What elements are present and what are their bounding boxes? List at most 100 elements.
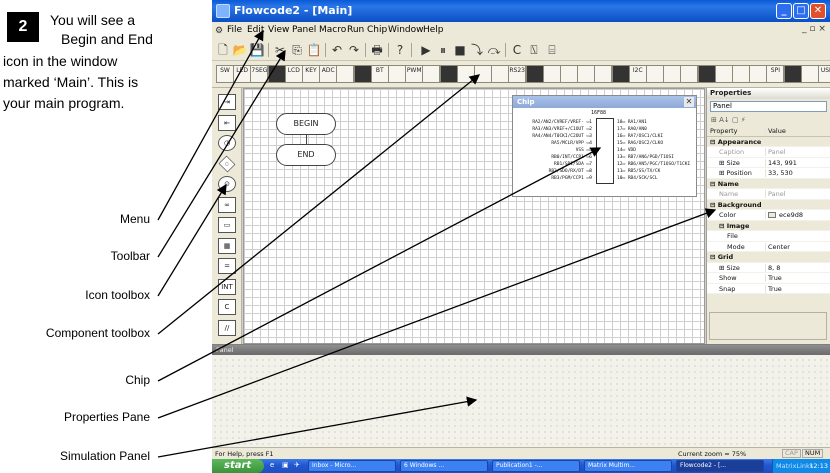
input-icon[interactable]: ⇥ (218, 94, 236, 110)
component-button[interactable]: LCD (284, 65, 303, 83)
begin-icon[interactable]: BEGIN (276, 113, 336, 135)
delay-icon[interactable]: ◷ (218, 135, 236, 151)
property-value[interactable]: ece9d8 (765, 211, 803, 219)
component-button[interactable] (594, 65, 613, 83)
component-button[interactable] (439, 65, 458, 83)
output-icon[interactable]: ⇤ (218, 114, 236, 131)
component-button[interactable] (353, 65, 372, 83)
quicklaunch-desktop-icon[interactable]: ▣ (282, 461, 291, 470)
step-over-icon[interactable]: ⤼ (486, 42, 502, 58)
property-value[interactable]: 8, 8 (765, 263, 780, 272)
component-button[interactable]: ADC (319, 65, 338, 83)
step-into-icon[interactable]: ⤵ (469, 42, 485, 58)
component-button[interactable] (422, 65, 441, 83)
simulation-panel[interactable]: Panel (212, 344, 830, 447)
chip-window[interactable]: Chip ✕ 16F88 RA2/AN2/CVREF/VREF- ▭1 18▭ R… (512, 95, 697, 197)
property-row[interactable]: File (707, 231, 830, 242)
component-button[interactable] (663, 65, 682, 83)
component-button[interactable]: KEY (302, 65, 320, 83)
property-row[interactable]: ⊞ Size 143, 991 (707, 157, 830, 168)
component-button[interactable]: 7SEG (250, 65, 269, 83)
property-value[interactable]: True (765, 284, 782, 293)
component-button[interactable] (336, 65, 355, 83)
close-button[interactable]: ✕ (810, 3, 826, 19)
menu-macro[interactable]: Macro (319, 25, 346, 35)
component-button[interactable] (267, 65, 286, 83)
property-value[interactable]: 143, 991 (765, 158, 797, 167)
document-menu-icon[interactable]: ⚙ (215, 25, 226, 36)
connection-icon[interactable]: ⊙ (218, 176, 236, 192)
minimize-button[interactable]: _ (776, 3, 792, 19)
component-button[interactable] (800, 65, 819, 83)
component-macro-icon[interactable]: ▦ (218, 237, 236, 254)
component-button[interactable] (560, 65, 578, 83)
component-button[interactable] (388, 65, 406, 83)
property-row[interactable]: Show True (707, 273, 830, 284)
undo-icon[interactable]: ↶ (329, 42, 345, 58)
property-category[interactable]: ⊟ Image (707, 220, 830, 231)
taskbar-button[interactable]: Publication1 -... (492, 460, 580, 472)
component-button[interactable] (646, 65, 664, 83)
compile-hex-icon[interactable]: ⌸ (544, 42, 560, 58)
taskbar-button[interactable]: Inbox - Micro... (308, 460, 396, 472)
stop-icon[interactable]: ■ (452, 42, 468, 58)
help-icon[interactable]: ? (392, 42, 408, 58)
component-button[interactable] (474, 65, 492, 83)
property-row[interactable]: ⊞ Size 8, 8 (707, 262, 830, 273)
code-icon[interactable]: C (218, 299, 236, 315)
property-row[interactable]: Snap True (707, 283, 830, 294)
component-button[interactable]: SW (216, 65, 234, 83)
property-row[interactable]: Name Panel (707, 189, 830, 200)
menu-panel[interactable]: Panel (292, 25, 316, 35)
component-button[interactable] (783, 65, 802, 83)
component-button[interactable]: LED (233, 65, 252, 83)
property-value[interactable]: Panel (765, 148, 786, 156)
properties-toolbar[interactable]: ⊞ A↓ ▢ ⚡ (707, 114, 830, 126)
component-button[interactable]: I2C (628, 65, 647, 83)
pause-icon[interactable]: ⏸ (435, 42, 451, 58)
property-row[interactable]: Mode Center (707, 241, 830, 252)
component-button[interactable] (491, 65, 510, 83)
property-value[interactable]: 33, 530 (765, 169, 793, 177)
comment-icon[interactable]: // (218, 319, 236, 336)
taskbar-button[interactable]: Matrix Multim... (584, 460, 672, 472)
component-button[interactable] (577, 65, 596, 83)
component-button[interactable] (714, 65, 733, 83)
property-row[interactable]: Color ece9d8 (707, 210, 830, 221)
calculation-icon[interactable]: = (218, 258, 236, 274)
open-icon[interactable]: 📂 (232, 42, 248, 58)
menu-help[interactable]: Help (423, 25, 444, 35)
property-category[interactable]: ⊟ Grid (707, 252, 830, 263)
mdi-controls[interactable]: _ ▫ × (802, 24, 826, 34)
start-button[interactable]: start (212, 459, 264, 473)
quicklaunch-app-icon[interactable]: ✈ (294, 461, 303, 470)
property-value[interactable]: Panel (765, 190, 786, 198)
component-button[interactable]: RS232 (508, 65, 527, 83)
property-value[interactable]: Center (765, 242, 790, 251)
properties-object-select[interactable]: Panel (710, 101, 827, 112)
compile-c-icon[interactable]: C (509, 42, 525, 58)
menu-run[interactable]: Run (347, 25, 364, 35)
menu-edit[interactable]: Edit (247, 25, 264, 35)
menu-view[interactable]: View (268, 25, 289, 35)
new-icon[interactable]: 🗋 (215, 42, 231, 58)
component-button[interactable] (749, 65, 768, 83)
copy-icon[interactable]: ⎘ (289, 42, 305, 58)
property-category[interactable]: ⊟ Name (707, 178, 830, 189)
component-button[interactable] (732, 65, 750, 83)
component-button[interactable]: BT (370, 65, 389, 83)
component-button[interactable]: SPI (766, 65, 785, 83)
property-category[interactable]: ⊟ Background (707, 199, 830, 210)
menu-file[interactable]: File (227, 25, 242, 35)
component-button[interactable] (611, 65, 630, 83)
property-row[interactable]: ⊞ Position 33, 530 (707, 168, 830, 179)
component-button[interactable] (697, 65, 716, 83)
end-icon[interactable]: END (276, 144, 336, 166)
component-button[interactable] (525, 65, 544, 83)
redo-icon[interactable]: ↷ (346, 42, 362, 58)
paste-icon[interactable]: 📋 (306, 42, 322, 58)
property-value[interactable]: True (765, 274, 782, 282)
property-row[interactable]: Caption Panel (707, 147, 830, 158)
loop-icon[interactable]: ∞ (218, 196, 236, 213)
macro-icon[interactable]: ▭ (218, 217, 236, 233)
